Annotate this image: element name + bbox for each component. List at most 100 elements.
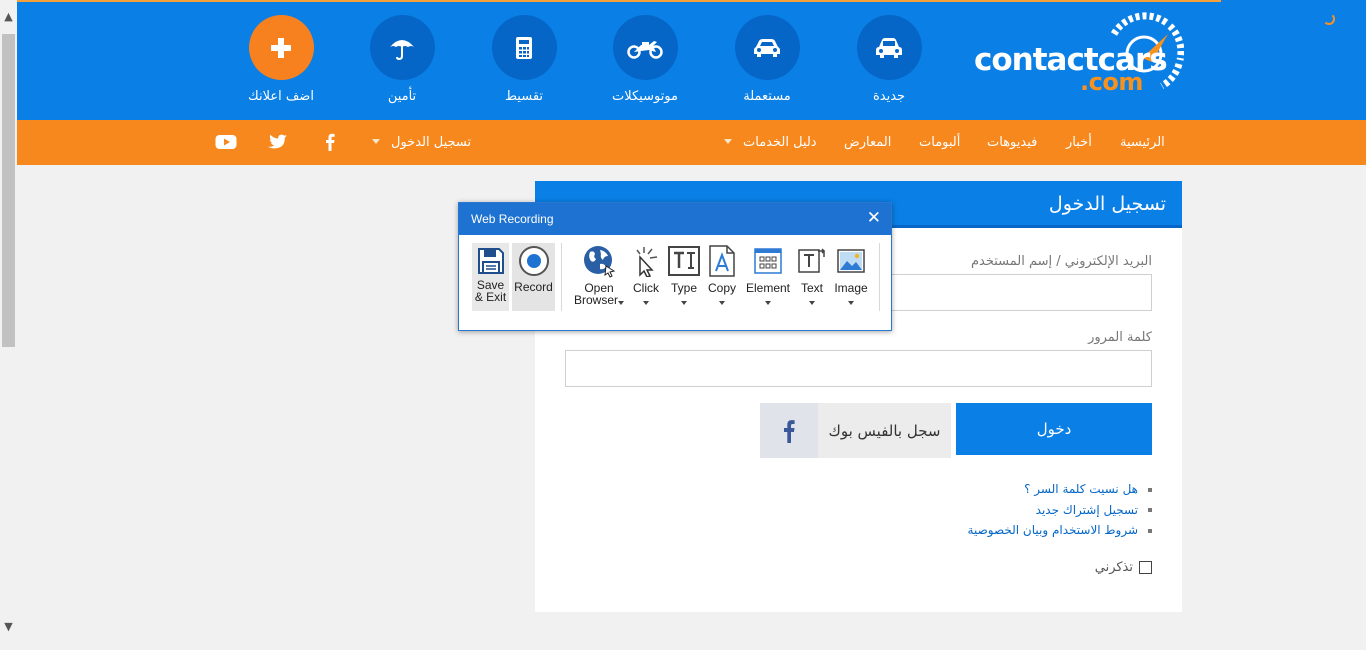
image-icon (831, 243, 871, 279)
circle (734, 15, 800, 80)
caret-wrap (795, 294, 829, 306)
remember-me-label: تذكرني (1094, 560, 1133, 575)
used-car-icon (754, 38, 780, 57)
password-field[interactable] (565, 350, 1152, 387)
nav-news[interactable]: أخبار (1066, 135, 1092, 150)
chevron-down-icon (681, 300, 687, 305)
circle (612, 15, 678, 80)
nav-showrooms[interactable]: المعارض (844, 135, 891, 150)
remember-me-checkbox[interactable] (1139, 561, 1152, 574)
bullet (1148, 508, 1152, 512)
record-button[interactable]: Record (512, 243, 555, 311)
cursor-click-icon (629, 243, 663, 279)
main-nav: الرئيسية أخبار فيديوهات ألبومات المعارض … (17, 120, 1366, 165)
scroll-thumb[interactable] (2, 34, 15, 347)
loading-spinner-icon (1323, 13, 1335, 25)
list-item[interactable]: تسجيل إشتراك جديد (968, 500, 1152, 521)
nav-albums[interactable]: ألبومات (919, 135, 960, 150)
nav-home[interactable]: الرئيسية (1120, 135, 1165, 150)
logo-com-text: .com (1080, 68, 1143, 96)
site-logo[interactable]: contactcars .com (974, 12, 1184, 96)
record-icon (512, 243, 555, 279)
calculator-icon (516, 36, 532, 59)
nav-services-guide[interactable]: دليل الخدمات (743, 135, 817, 150)
new-car-icon (876, 37, 902, 58)
chevron-down-icon (809, 300, 815, 305)
toolbar-separator (561, 243, 562, 311)
text-label: Text (800, 281, 823, 295)
open-browser-button[interactable]: Open Browser (570, 243, 628, 311)
caret-wrap (629, 294, 663, 306)
scroll-up-icon[interactable]: ▲ (0, 8, 17, 25)
umbrella-icon (390, 39, 414, 60)
open-label-2-text: Browser (573, 293, 618, 307)
click-button[interactable]: Click (629, 243, 663, 311)
record-label: Record (514, 280, 553, 294)
remember-me[interactable]: تذكرني (1095, 560, 1152, 575)
facebook-icon (760, 403, 818, 458)
element-button[interactable]: Element (743, 243, 793, 311)
category-label: تأمين (387, 89, 417, 104)
site-header: contactcars .com جديدة مستعملة موتوسيكلا… (17, 0, 1366, 120)
category-used-cars[interactable]: مستعملة (712, 15, 822, 110)
category-new-cars[interactable]: جديدة (834, 15, 944, 110)
youtube-icon[interactable] (215, 132, 237, 152)
chevron-down-icon (643, 300, 649, 305)
category-motorcycles[interactable]: موتوسيكلات (590, 15, 700, 110)
dialog-titlebar[interactable]: Web Recording ✕ (459, 203, 891, 235)
facebook-icon[interactable] (319, 132, 341, 152)
list-item[interactable]: هل نسيت كلمة السر ؟ (968, 479, 1152, 500)
chevron-down-icon (724, 139, 732, 144)
category-label: موتوسيكلات (611, 89, 678, 104)
click-label: Click (633, 281, 659, 295)
add-listing-button[interactable]: اضف اعلانك (226, 15, 336, 110)
element-label: Element (745, 281, 791, 295)
login-links: هل نسيت كلمة السر ؟ تسجيل إشتراك جديد شر… (968, 479, 1152, 541)
nav-videos[interactable]: فيديوهات (987, 135, 1037, 150)
category-installments[interactable]: تقسيط (469, 15, 579, 110)
chevron-down-icon (719, 300, 725, 305)
bullet (1148, 487, 1152, 492)
twitter-icon[interactable] (267, 132, 289, 152)
image-button[interactable]: Image (831, 243, 871, 311)
facebook-login-label: سجل بالفيس بوك (828, 421, 941, 440)
text-button[interactable]: Text (795, 243, 829, 311)
plus-icon (271, 37, 291, 58)
copy-text-icon (704, 243, 740, 279)
password-label: كلمة المرور (1088, 330, 1152, 345)
login-title: تسجيل الدخول (1048, 193, 1166, 215)
copy-label: Copy (707, 281, 736, 295)
category-label: اضف اعلانك (248, 89, 314, 104)
category-insurance[interactable]: تأمين (347, 15, 457, 110)
circle (491, 15, 557, 80)
chevron-down-icon (618, 300, 624, 305)
text-input-icon (666, 243, 702, 279)
caret-wrap (831, 294, 871, 306)
toolbar-separator (879, 243, 880, 311)
caret-wrap (704, 294, 740, 306)
scroll-down-icon[interactable]: ▼ (0, 618, 17, 635)
login-submit-button[interactable]: دخول (956, 403, 1152, 455)
type-label: Type (670, 281, 697, 295)
image-label: Image (834, 281, 868, 295)
close-icon[interactable]: ✕ (867, 209, 881, 227)
copy-button[interactable]: Copy (704, 243, 740, 311)
category-label: تقسيط (504, 89, 544, 104)
forgot-password-link[interactable]: هل نسيت كلمة السر ؟ (1024, 482, 1138, 496)
register-link[interactable]: تسجيل إشتراك جديد (1036, 503, 1138, 517)
circle (369, 15, 435, 80)
facebook-login-button[interactable]: سجل بالفيس بوك (760, 403, 951, 458)
dialog-title: Web Recording (471, 212, 554, 226)
caret-wrap (743, 294, 793, 306)
web-recording-dialog: Web Recording ✕ Save & Exit Record Open … (458, 202, 892, 331)
nav-login[interactable]: تسجيل الدخول (391, 135, 471, 150)
page-scrollbar[interactable]: ▲ ▼ (0, 0, 17, 650)
header-topline (17, 0, 1221, 2)
terms-link[interactable]: شروط الاستخدام وبيان الخصوصية (968, 523, 1138, 537)
chevron-down-icon (372, 139, 380, 144)
save-exit-button[interactable]: Save & Exit (472, 243, 509, 311)
type-button[interactable]: Type (666, 243, 702, 311)
floppy-disk-icon (472, 243, 509, 279)
category-label: جديدة (872, 89, 906, 104)
list-item[interactable]: شروط الاستخدام وبيان الخصوصية (968, 520, 1152, 541)
